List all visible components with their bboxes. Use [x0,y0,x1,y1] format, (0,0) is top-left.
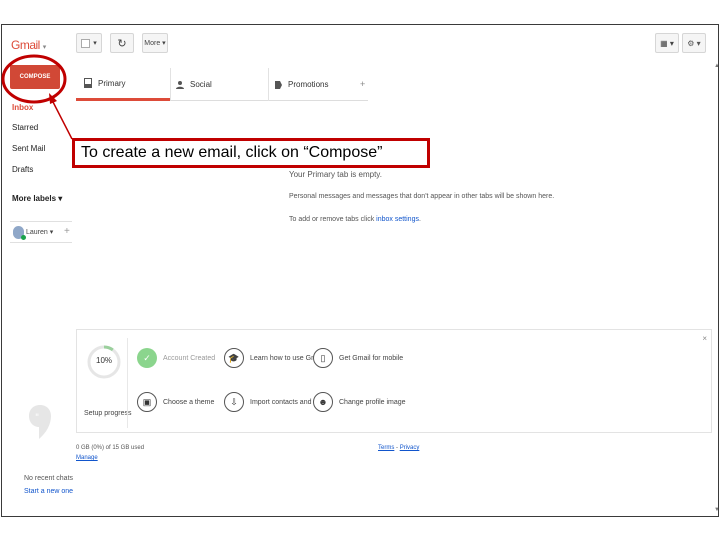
settings-button[interactable]: ⚙ ▾ [682,33,706,53]
empty-tab-title: Your Primary tab is empty. [289,170,382,179]
category-tabs: Primary Social Promotions + [76,68,368,101]
privacy-link[interactable]: Privacy [400,445,420,451]
tab-primary[interactable]: Primary [76,68,170,101]
inbox-settings-link[interactable]: inbox settings [376,216,419,223]
tab-social-label: Social [190,80,212,89]
storage-usage-text: 0 GB (0%) of 15 GB used [76,445,145,451]
progress-arc [103,345,114,352]
logo-caret-icon: ▾ [42,44,47,51]
footer-links: Terms - Privacy [378,445,419,451]
start-new-chat-link[interactable]: Start a new one [24,488,73,495]
logo-text: Gmail [11,38,40,52]
task-label: Get Gmail for mobile [339,354,404,362]
graduation-cap-icon: 🎓 [224,348,244,368]
task-learn-gmail[interactable]: 🎓 Learn how to use Gmail [224,348,324,368]
setup-progress-panel: × 10% Setup progress ✓ Account Created 🎓… [76,329,712,433]
new-chat-plus-icon[interactable]: + [64,226,70,237]
task-account-created: ✓ Account Created [137,348,215,368]
tab-social[interactable]: Social [170,68,268,101]
sidebar-item-more-labels[interactable]: More labels ▾ [12,194,62,203]
image-icon: ▣ [137,392,157,412]
scroll-down-icon[interactable]: ▼ [714,507,718,513]
sidebar-item-starred[interactable]: Starred [12,123,38,132]
task-label: Change profile image [339,398,406,406]
phone-icon: ▯ [313,348,333,368]
add-tab-plus-icon[interactable]: + [360,79,365,89]
empty-tab-description: Personal messages and messages that don'… [289,193,555,200]
task-gmail-mobile[interactable]: ▯ Get Gmail for mobile [313,348,403,368]
no-recent-chats-text: No recent chats [24,475,74,482]
gmail-logo[interactable]: Gmail ▾ [11,38,46,52]
empty-tab-hint-suffix: . [418,216,421,223]
empty-tab-hint-prefix: To add or remove tabs click [289,216,377,223]
more-button[interactable]: More ▾ [142,33,168,53]
view-toggle-button[interactable]: ▦ ▾ [655,33,679,53]
progress-value: 10% [96,356,113,365]
manage-link-text: Manage [76,455,98,461]
select-checkbox-button[interactable]: ▾ [76,33,102,53]
task-import-contacts[interactable]: ⇩ Import contacts and mail [224,392,326,412]
tab-promotions[interactable]: Promotions [268,68,358,101]
gmail-window: Gmail ▾ ▾ ↻ More ▾ ▦ ▾ ⚙ ▾ ▲ ▼ COMPOSE I… [1,24,719,517]
compose-button[interactable]: COMPOSE [10,65,60,89]
sidebar-item-drafts[interactable]: Drafts [12,165,33,174]
annotation-callout: To create a new email, click on “Compose… [72,138,430,168]
annotation-text: To create a new email, click on “Compose… [81,144,383,161]
import-contacts-icon: ⇩ [224,392,244,412]
profile-icon: ☻ [313,392,333,412]
tag-icon [275,80,282,89]
close-icon[interactable]: × [702,334,707,343]
refresh-icon: ↻ [117,37,127,50]
setup-progress-caption: Setup progress [84,410,132,417]
terms-link[interactable]: Terms [378,445,394,451]
task-label: Account Created [163,354,216,362]
more-label: More ▾ [144,40,166,47]
manage-storage-link[interactable]: Manage [76,455,98,461]
tab-primary-label: Primary [98,78,126,88]
user-name: Lauren ▾ [26,229,54,236]
avatar [13,226,26,240]
hangouts-user-row[interactable]: Lauren ▾ + [10,221,72,243]
task-label: Choose a theme [163,398,215,406]
inbox-icon [84,78,92,88]
svg-text:": " [35,413,39,423]
sidebar-item-sent-mail[interactable]: Sent Mail [12,144,45,153]
tab-promotions-label: Promotions [288,80,329,89]
scroll-up-icon[interactable]: ▲ [714,63,718,69]
setup-divider [127,338,128,428]
chevron-down-icon: ▾ [93,40,97,47]
empty-tab-hint: To add or remove tabs click inbox settin… [289,216,421,223]
compose-label: COMPOSE [19,74,51,80]
gear-icon: ⚙ ▾ [687,38,701,48]
refresh-button[interactable]: ↻ [110,33,134,53]
task-choose-theme[interactable]: ▣ Choose a theme [137,392,214,412]
hangouts-bubble-icon: " [29,405,51,439]
checkbox-icon [81,38,91,48]
check-icon: ✓ [137,348,157,368]
sidebar-item-inbox[interactable]: Inbox [12,103,33,112]
people-icon [176,80,184,89]
grid-view-icon: ▦ ▾ [660,38,674,48]
task-profile-image[interactable]: ☻ Change profile image [313,392,406,412]
